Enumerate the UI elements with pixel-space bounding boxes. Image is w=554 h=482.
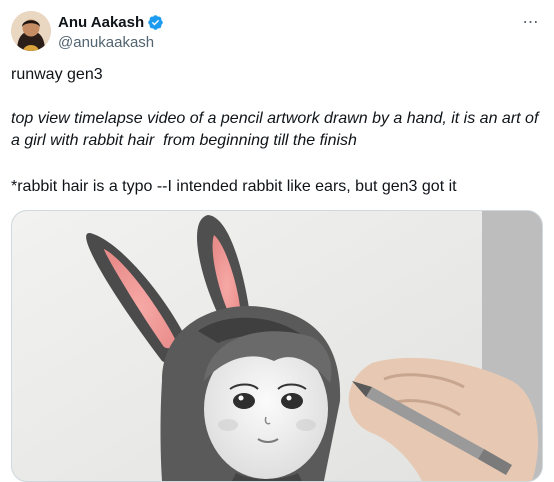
verified-badge-icon xyxy=(148,15,163,30)
display-name[interactable]: Anu Aakash xyxy=(58,13,144,32)
tweet-header: Anu Aakash @anukaakash ⋯ xyxy=(11,11,544,53)
tweet-note: *rabbit hair is a typo --I intended rabb… xyxy=(11,178,457,195)
drawing-illustration xyxy=(12,211,542,481)
tweet-prompt: top view timelapse video of a pencil art… xyxy=(11,110,543,149)
user-handle[interactable]: @anukaakash xyxy=(58,33,164,53)
tweet-line-title: runway gen3 xyxy=(11,66,103,83)
avatar[interactable] xyxy=(11,11,51,51)
more-options-icon[interactable]: ⋯ xyxy=(518,11,544,33)
media-video[interactable] xyxy=(11,210,543,482)
